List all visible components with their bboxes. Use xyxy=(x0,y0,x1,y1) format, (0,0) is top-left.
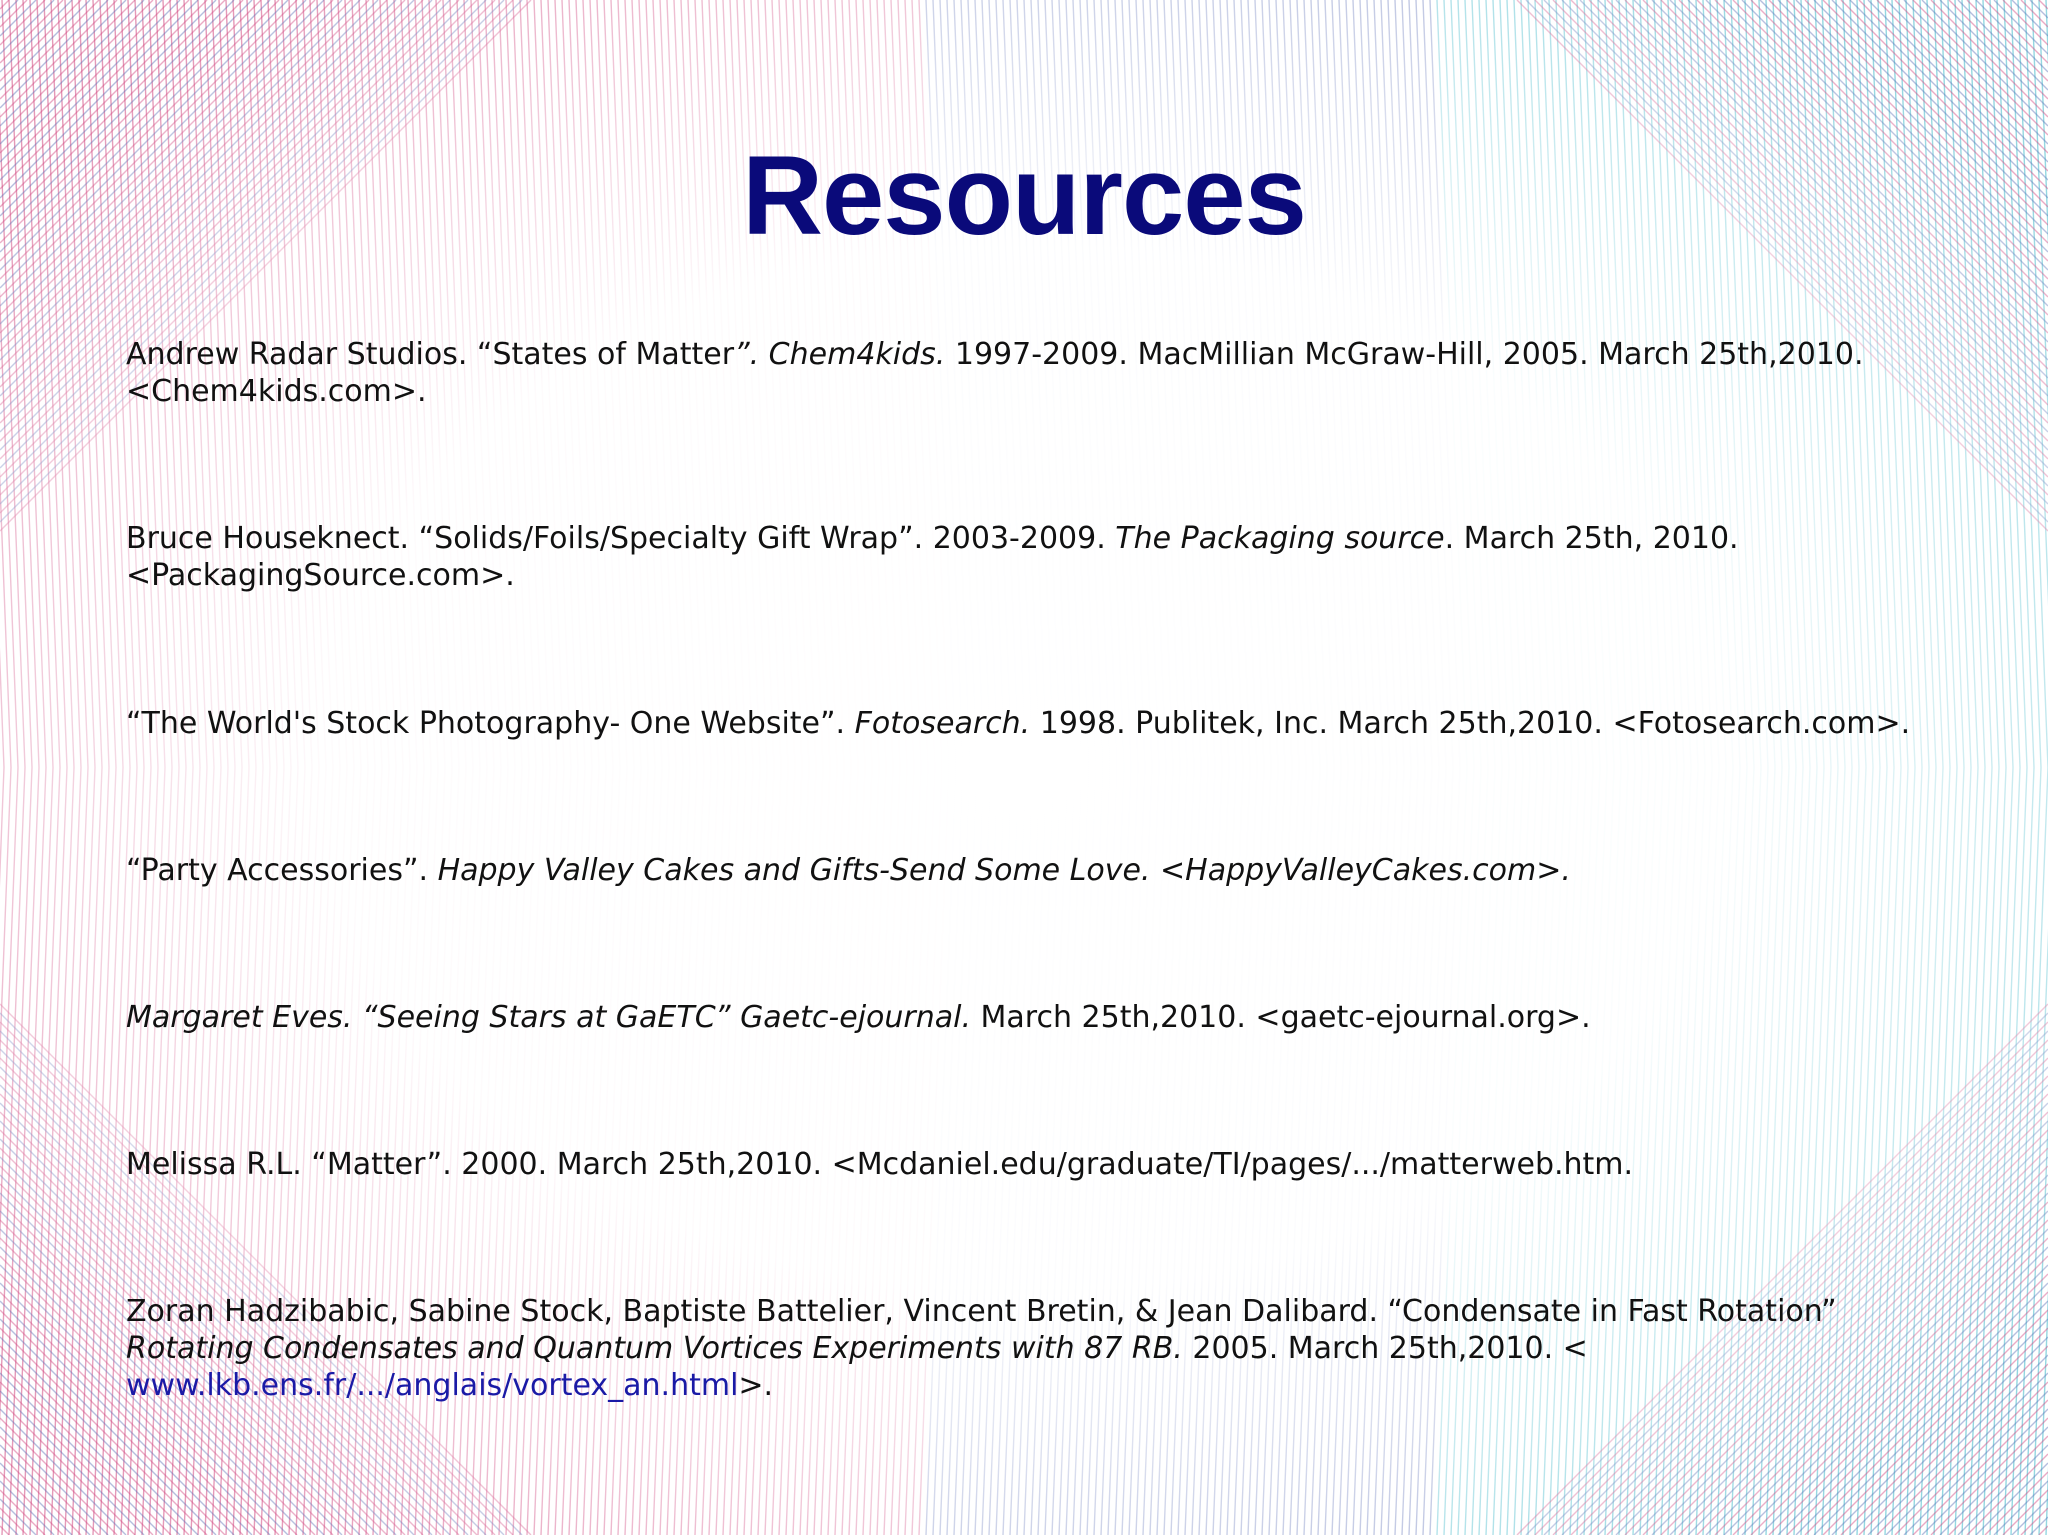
reference-4-title: Happy Valley Cakes and Gifts-Send Some L… xyxy=(437,853,1571,888)
page-title: Resources xyxy=(742,133,1307,258)
reference-6-author: Melissa R.L. “Matter”. 2000. March 25th,… xyxy=(126,1147,1634,1182)
reference-7-link[interactable]: www.lkb.ens.fr/.../anglais/vortex_an.htm… xyxy=(126,1368,738,1403)
reference-item-7: Zoran Hadzibabic, Sabine Stock, Baptiste… xyxy=(126,1293,2016,1404)
reference-item-6: Melissa R.L. “Matter”. 2000. March 25th,… xyxy=(126,1146,2016,1183)
reference-item-1: Andrew Radar Studios. “States of Matter”… xyxy=(126,336,2016,410)
reference-3-author: “The World's Stock Photography- One Webs… xyxy=(126,706,855,741)
reference-3-title: Fotosearch. xyxy=(854,706,1031,741)
reference-1-url: <Chem4kids.com>. xyxy=(126,374,427,409)
reference-item-3: “The World's Stock Photography- One Webs… xyxy=(126,705,2016,742)
reference-7-author: Zoran Hadzibabic, Sabine Stock, Baptiste… xyxy=(126,1294,1837,1329)
reference-5-title: Margaret Eves. “Seeing Stars at GaETC” G… xyxy=(126,1000,971,1035)
reference-2-title: The Packaging source xyxy=(1115,521,1445,556)
reference-3-details: 1998. Publitek, Inc. March 25th,2010. <F… xyxy=(1030,706,1911,741)
reference-item-2: Bruce Houseknect. “Solids/Foils/Specialt… xyxy=(126,520,2016,594)
reference-2-url: <PackagingSource.com>. xyxy=(126,558,515,593)
reference-1-title: ”. Chem4kids. xyxy=(734,337,946,372)
reference-1-author: Andrew Radar Studios. “States of Matter xyxy=(126,337,735,372)
reference-7-title: Rotating Condensates and Quantum Vortice… xyxy=(126,1331,1183,1366)
reference-1-details: 1997-2009. MacMillian McGraw-Hill, 2005.… xyxy=(945,337,1864,372)
slide: Resources Andrew Radar Studios. “States … xyxy=(0,0,2048,1535)
reference-4-author: “Party Accessories”. xyxy=(126,853,438,888)
reference-item-4: “Party Accessories”. Happy Valley Cakes … xyxy=(126,852,2016,889)
reference-2-details: . March 25th, 2010. xyxy=(1444,521,1739,556)
reference-7-details: 2005. March 25th,2010. < xyxy=(1182,1331,1588,1366)
reference-item-5: Margaret Eves. “Seeing Stars at GaETC” G… xyxy=(126,999,2016,1036)
reference-5-details: March 25th,2010. <gaetc-ejournal.org>. xyxy=(971,1000,1591,1035)
reference-7-url: >. xyxy=(738,1368,774,1403)
reference-2-author: Bruce Houseknect. “Solids/Foils/Specialt… xyxy=(126,521,1116,556)
